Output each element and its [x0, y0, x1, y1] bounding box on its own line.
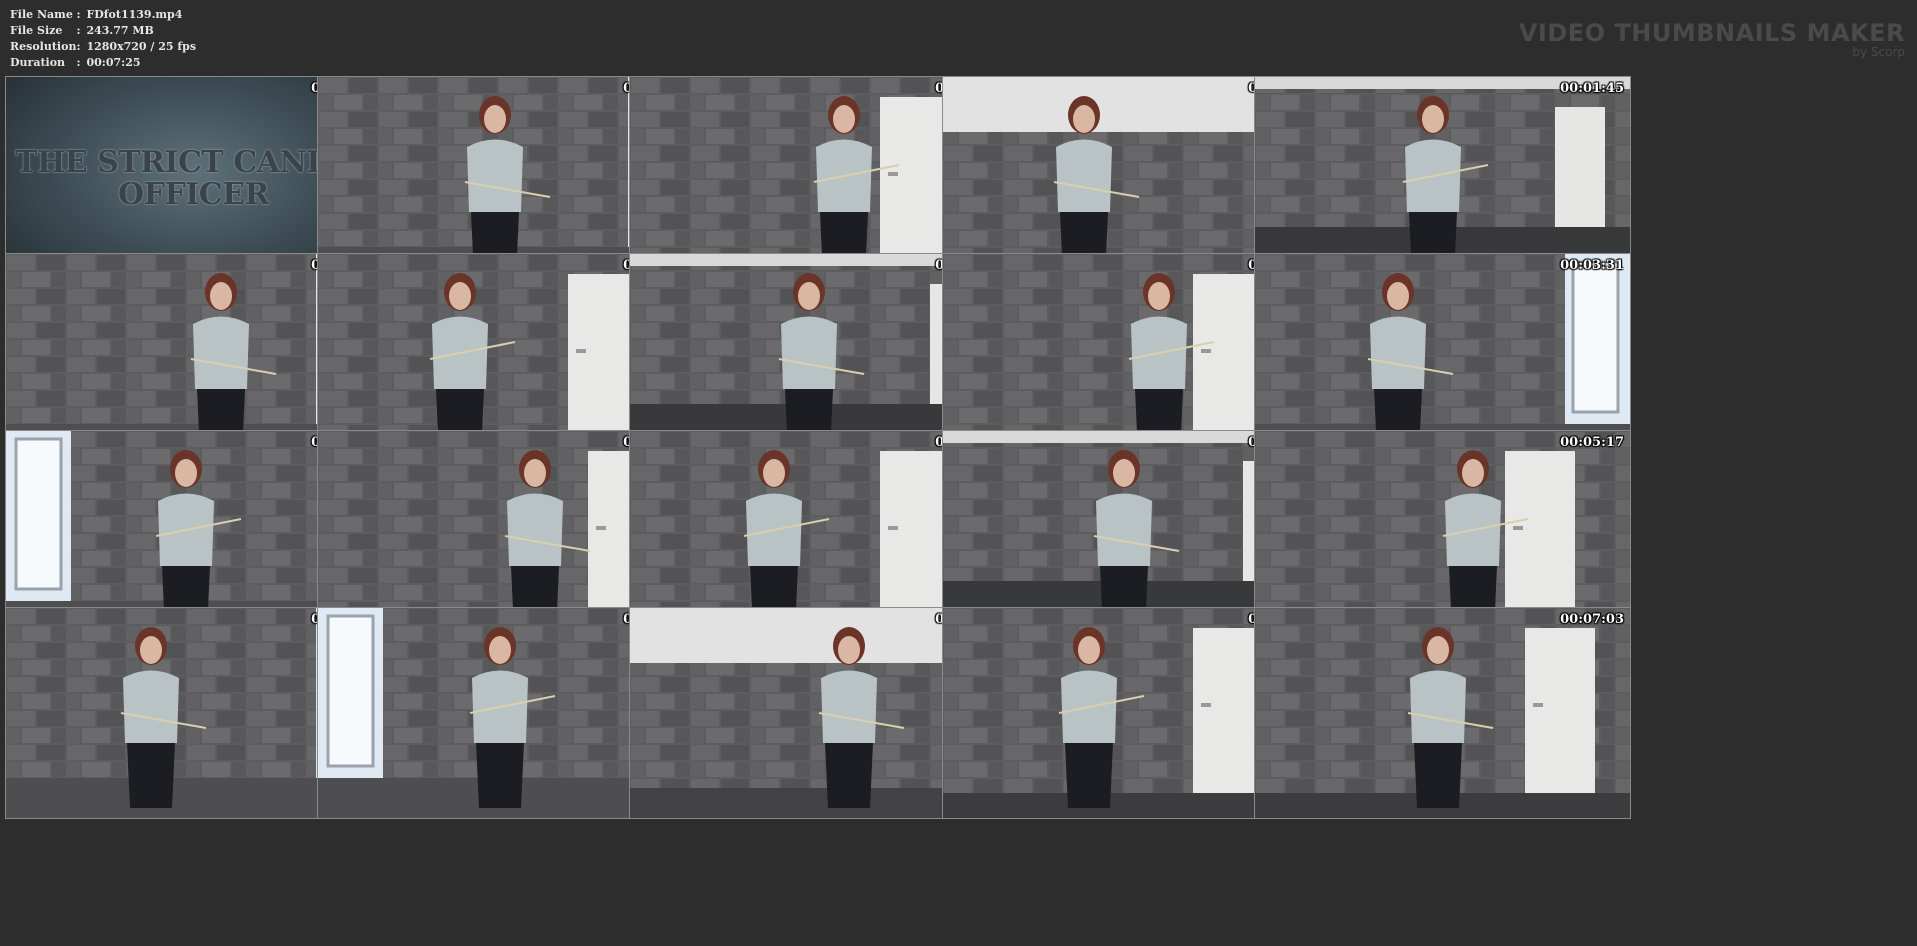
file-info-row: File Size : 243.77 MB [10, 23, 196, 39]
thumbnail-timestamp: 00:03:31 [1560, 258, 1624, 273]
video-thumbnail[interactable]: 00:07:03 [1254, 607, 1631, 819]
file-info-value: 00:07:25 [86, 56, 141, 69]
thumbnail-timestamp: 00:05:17 [1560, 435, 1624, 450]
thumbnail-grid: THE STRICT CANING OFFICER 00:00:21 00:00… [5, 76, 1915, 942]
thumbnail-timestamp: 00:07:03 [1560, 612, 1624, 627]
brand-subtitle: by Scorp [1852, 45, 1905, 59]
file-info-separator: : [76, 56, 81, 69]
file-info-value: 1280x720 / 25 fps [86, 40, 197, 53]
sheet-header: File Name : FDfot1139.mp4 File Size : 24… [0, 0, 1917, 76]
file-info-row: File Name : FDfot1139.mp4 [10, 7, 196, 23]
file-info-row: Duration : 00:07:25 [10, 55, 196, 71]
file-info-value: 243.77 MB [86, 24, 154, 37]
file-info-key: Duration [10, 56, 66, 69]
file-info-key: File Size [10, 24, 63, 37]
file-info-separator: : [76, 40, 81, 53]
file-info-row: Resolution : 1280x720 / 25 fps [10, 39, 196, 55]
file-info-key: Resolution [10, 40, 77, 53]
file-info-separator: : [76, 8, 81, 21]
thumbnail-timestamp: 00:01:45 [1560, 81, 1624, 96]
brand-watermark: VIDEO THUMBNAILS MAKER by Scorp [1519, 20, 1905, 59]
file-info-separator: : [76, 24, 81, 37]
brand-title: VIDEO THUMBNAILS MAKER [1518, 19, 1905, 47]
file-info-table: File Name : FDfot1139.mp4 File Size : 24… [10, 7, 196, 71]
file-info-key: File Name [10, 8, 73, 21]
file-info-value: FDfot1139.mp4 [86, 8, 183, 21]
video-frame [1255, 608, 1630, 818]
